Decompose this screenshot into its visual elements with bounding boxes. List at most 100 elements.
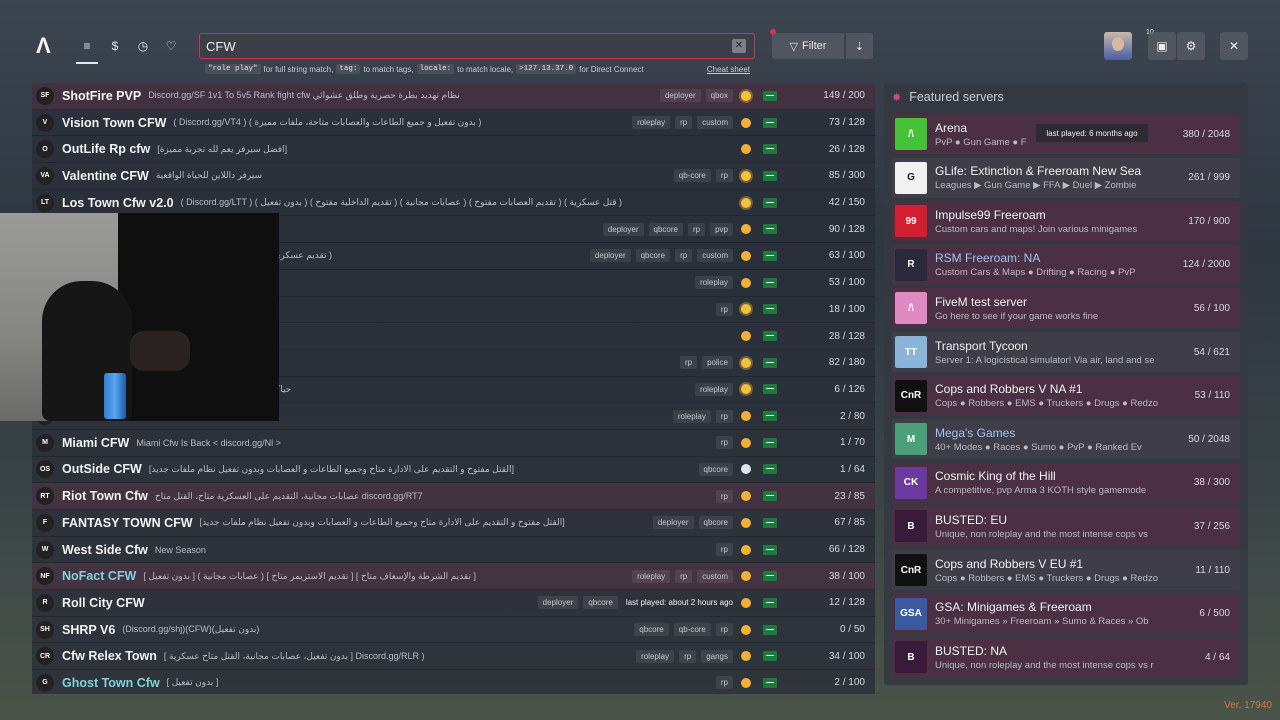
featured-server-icon: CK [895, 466, 927, 499]
server-tag[interactable]: roleplay [694, 382, 733, 396]
featured-server-subtitle: 30+ Minigames » Freeroam » Sumo & Races … [935, 616, 1149, 628]
featured-server[interactable]: CK Cosmic King of the Hill A competitive, … [892, 462, 1240, 503]
server-tag[interactable]: deployer [589, 249, 631, 263]
server-description: New Season [154, 544, 206, 555]
heart-icon[interactable]: ♡ [160, 34, 182, 58]
featured-server[interactable]: G GLife: Extinction & Freeroam New Sea Lea… [892, 157, 1240, 198]
player-count: 73 / 128 [828, 117, 865, 129]
server-tag[interactable]: deployer [537, 596, 579, 610]
featured-player-count: 11 / 110 [1195, 564, 1230, 576]
server-tag[interactable]: rp [715, 436, 733, 450]
featured-server[interactable]: B BUSTED: EU Unique, non roleplay and the … [892, 506, 1240, 547]
server-tag[interactable]: deployer [652, 516, 694, 530]
filter-button[interactable]: ▽ Filter [772, 33, 844, 59]
server-tag[interactable]: rp [679, 356, 698, 370]
server-tag[interactable]: qbcore [698, 462, 733, 476]
server-tag[interactable]: rp [679, 649, 697, 663]
featured-server[interactable]: M Mega's Games 40+ Modes ● Races ● Sumo ● … [892, 419, 1240, 460]
server-row[interactable]: OS OutSide CFW [القتل مفتوح و التقديم على … [32, 456, 875, 484]
server-row[interactable]: R Roll City CFW deployer qbcore last played:… [32, 590, 875, 617]
server-tag[interactable]: qbcore [698, 516, 733, 530]
featured-player-count: 53 / 110 [1194, 390, 1230, 402]
server-tag[interactable]: police [702, 356, 733, 370]
server-tag[interactable]: rp [675, 116, 693, 130]
notifications-icon[interactable]: ▣ [1148, 32, 1176, 60]
server-icon: LT [36, 193, 54, 212]
server-tag[interactable]: qb-core [673, 623, 711, 637]
server-tag[interactable]: gangs [701, 649, 733, 663]
server-tag[interactable]: rp [675, 249, 693, 263]
server-tag[interactable]: roleplay [632, 116, 671, 130]
server-tag[interactable]: rp [715, 543, 733, 557]
featured-player-count: 170 / 900 [1188, 215, 1230, 227]
server-tag[interactable]: rp [715, 409, 733, 423]
fivem-logo[interactable]: Λ [36, 35, 56, 57]
server-row[interactable]: SH SHRP V6 (Discord.gg/shj)(CFW)(بدون تفعي… [32, 616, 875, 644]
server-tag[interactable]: deployer [602, 222, 644, 236]
server-description: سيرفر داللاين للحياة الواقعية [155, 170, 263, 181]
list-icon[interactable]: ≡ [76, 34, 98, 64]
sort-button[interactable]: ⇣ [846, 33, 873, 59]
server-tag[interactable]: qbcore [648, 222, 683, 236]
server-tag[interactable]: rp [715, 489, 733, 503]
server-row[interactable]: F FANTASY TOWN CFW [القتل مفتوح و التقديم … [32, 510, 875, 537]
server-row[interactable]: SF ShotFire PVP Discord.gg/SF 1v1 To 5v5 R… [32, 83, 875, 110]
server-row[interactable]: CR Cfw Relex Town [ بدون تفعيل، عصابات مجا… [32, 643, 875, 671]
server-name: OutSide CFW [62, 462, 142, 477]
server-row[interactable]: NF NoFact CFW [ بدون تفعيل ] ( عصابات مجان… [32, 563, 875, 591]
server-tag[interactable]: rp [715, 302, 733, 316]
server-tag[interactable]: rp [675, 569, 693, 583]
featured-server[interactable]: GSA GSA: Minigames & Freeroam 30+ Minigame… [892, 593, 1240, 634]
server-tag[interactable]: qbcore [583, 596, 618, 610]
player-count: 2 / 100 [834, 677, 865, 689]
featured-server[interactable]: CnR Cops and Robbers V EU #1 Cops ● Robber… [892, 550, 1240, 590]
avatar[interactable] [1104, 32, 1132, 60]
server-tag[interactable]: rp [715, 623, 733, 637]
server-row[interactable]: RT Riot Town Cfw عصابات مجانية، التقديم عل… [32, 483, 875, 510]
server-tag[interactable]: custom [697, 569, 733, 583]
server-row[interactable]: M Miami CFW Miami Cfw Is Back < discord.gg… [32, 429, 875, 457]
server-row[interactable]: G Ghost Town Cfw [ بدون تفعيل ] rp 2 / 100 [32, 670, 875, 694]
close-icon[interactable]: ✕ [1220, 32, 1248, 60]
server-tag[interactable]: deployer [659, 89, 701, 103]
server-tag[interactable]: qbcore [635, 249, 671, 263]
featured-server-subtitle: Cops ● Robbers ● EMS ● Truckers ● Drugs … [935, 572, 1158, 584]
featured-server-name: RSM Freeroam: NA [935, 251, 1041, 266]
server-row[interactable]: W West Side Cfw New Season rp 66 / 128 [32, 536, 875, 564]
server-tag[interactable]: roleplay [694, 276, 733, 290]
search-input[interactable] [200, 34, 720, 58]
server-status-icon [741, 437, 751, 448]
gear-icon[interactable]: ⚙ [1177, 32, 1205, 60]
cheat-sheet-link[interactable]: Cheat sheet [707, 65, 750, 74]
server-tag[interactable]: roleplay [636, 649, 675, 663]
featured-server[interactable]: R RSM Freeroam: NA Custom Cars & Maps ● Dr… [892, 244, 1240, 285]
server-tag[interactable]: rp [715, 169, 733, 183]
server-tag[interactable]: qb-core [673, 169, 711, 183]
server-row[interactable]: VA Valentine CFW سيرفر داللاين للحياة الوا… [32, 163, 875, 190]
dollar-icon[interactable]: $ [104, 34, 126, 58]
server-tag[interactable]: rp [687, 222, 706, 236]
server-tag[interactable]: qbox [705, 89, 733, 103]
featured-server[interactable]: TT Transport Tycoon Server 1: A logicistic… [892, 332, 1240, 372]
server-status-icon [741, 677, 751, 688]
server-tag[interactable]: pvp [710, 222, 733, 236]
server-tag[interactable]: custom [697, 249, 733, 263]
featured-server[interactable]: /\ FiveM test server Go here to see if you… [892, 288, 1240, 329]
server-tag[interactable]: roleplay [672, 409, 711, 423]
featured-server-text: Transport Tycoon Server 1: A logicistical… [935, 339, 1166, 366]
featured-server[interactable]: B BUSTED: NA Unique, non roleplay and the … [892, 637, 1240, 678]
clear-search-icon[interactable]: ✕ [732, 39, 746, 53]
server-tag[interactable]: roleplay [632, 569, 671, 583]
server-tag[interactable]: custom [697, 116, 733, 130]
featured-server[interactable]: 99 Impulse99 Freeroam Custom cars and maps… [892, 201, 1240, 242]
server-tag[interactable]: rp [715, 676, 733, 690]
server-row[interactable]: V Vision Town CFW ( Discord.gg/VT4 ) ( بدو… [32, 109, 875, 137]
rgb-lamp [104, 373, 126, 419]
featured-server[interactable]: CnR Cops and Robbers V NA #1 Cops ● Robber… [892, 375, 1240, 416]
hint-text: to match tags, [363, 64, 414, 74]
server-row[interactable]: O OutLife Rp cfw [افضل سيرفر يعم لله تجربة… [32, 136, 875, 164]
featured-server-icon: B [895, 641, 927, 674]
history-icon[interactable]: ◷ [132, 34, 154, 58]
server-tag[interactable]: qbcore [634, 623, 669, 637]
server-description: [افضل سيرفر يعم لله تجربة مميزة] [157, 143, 288, 154]
